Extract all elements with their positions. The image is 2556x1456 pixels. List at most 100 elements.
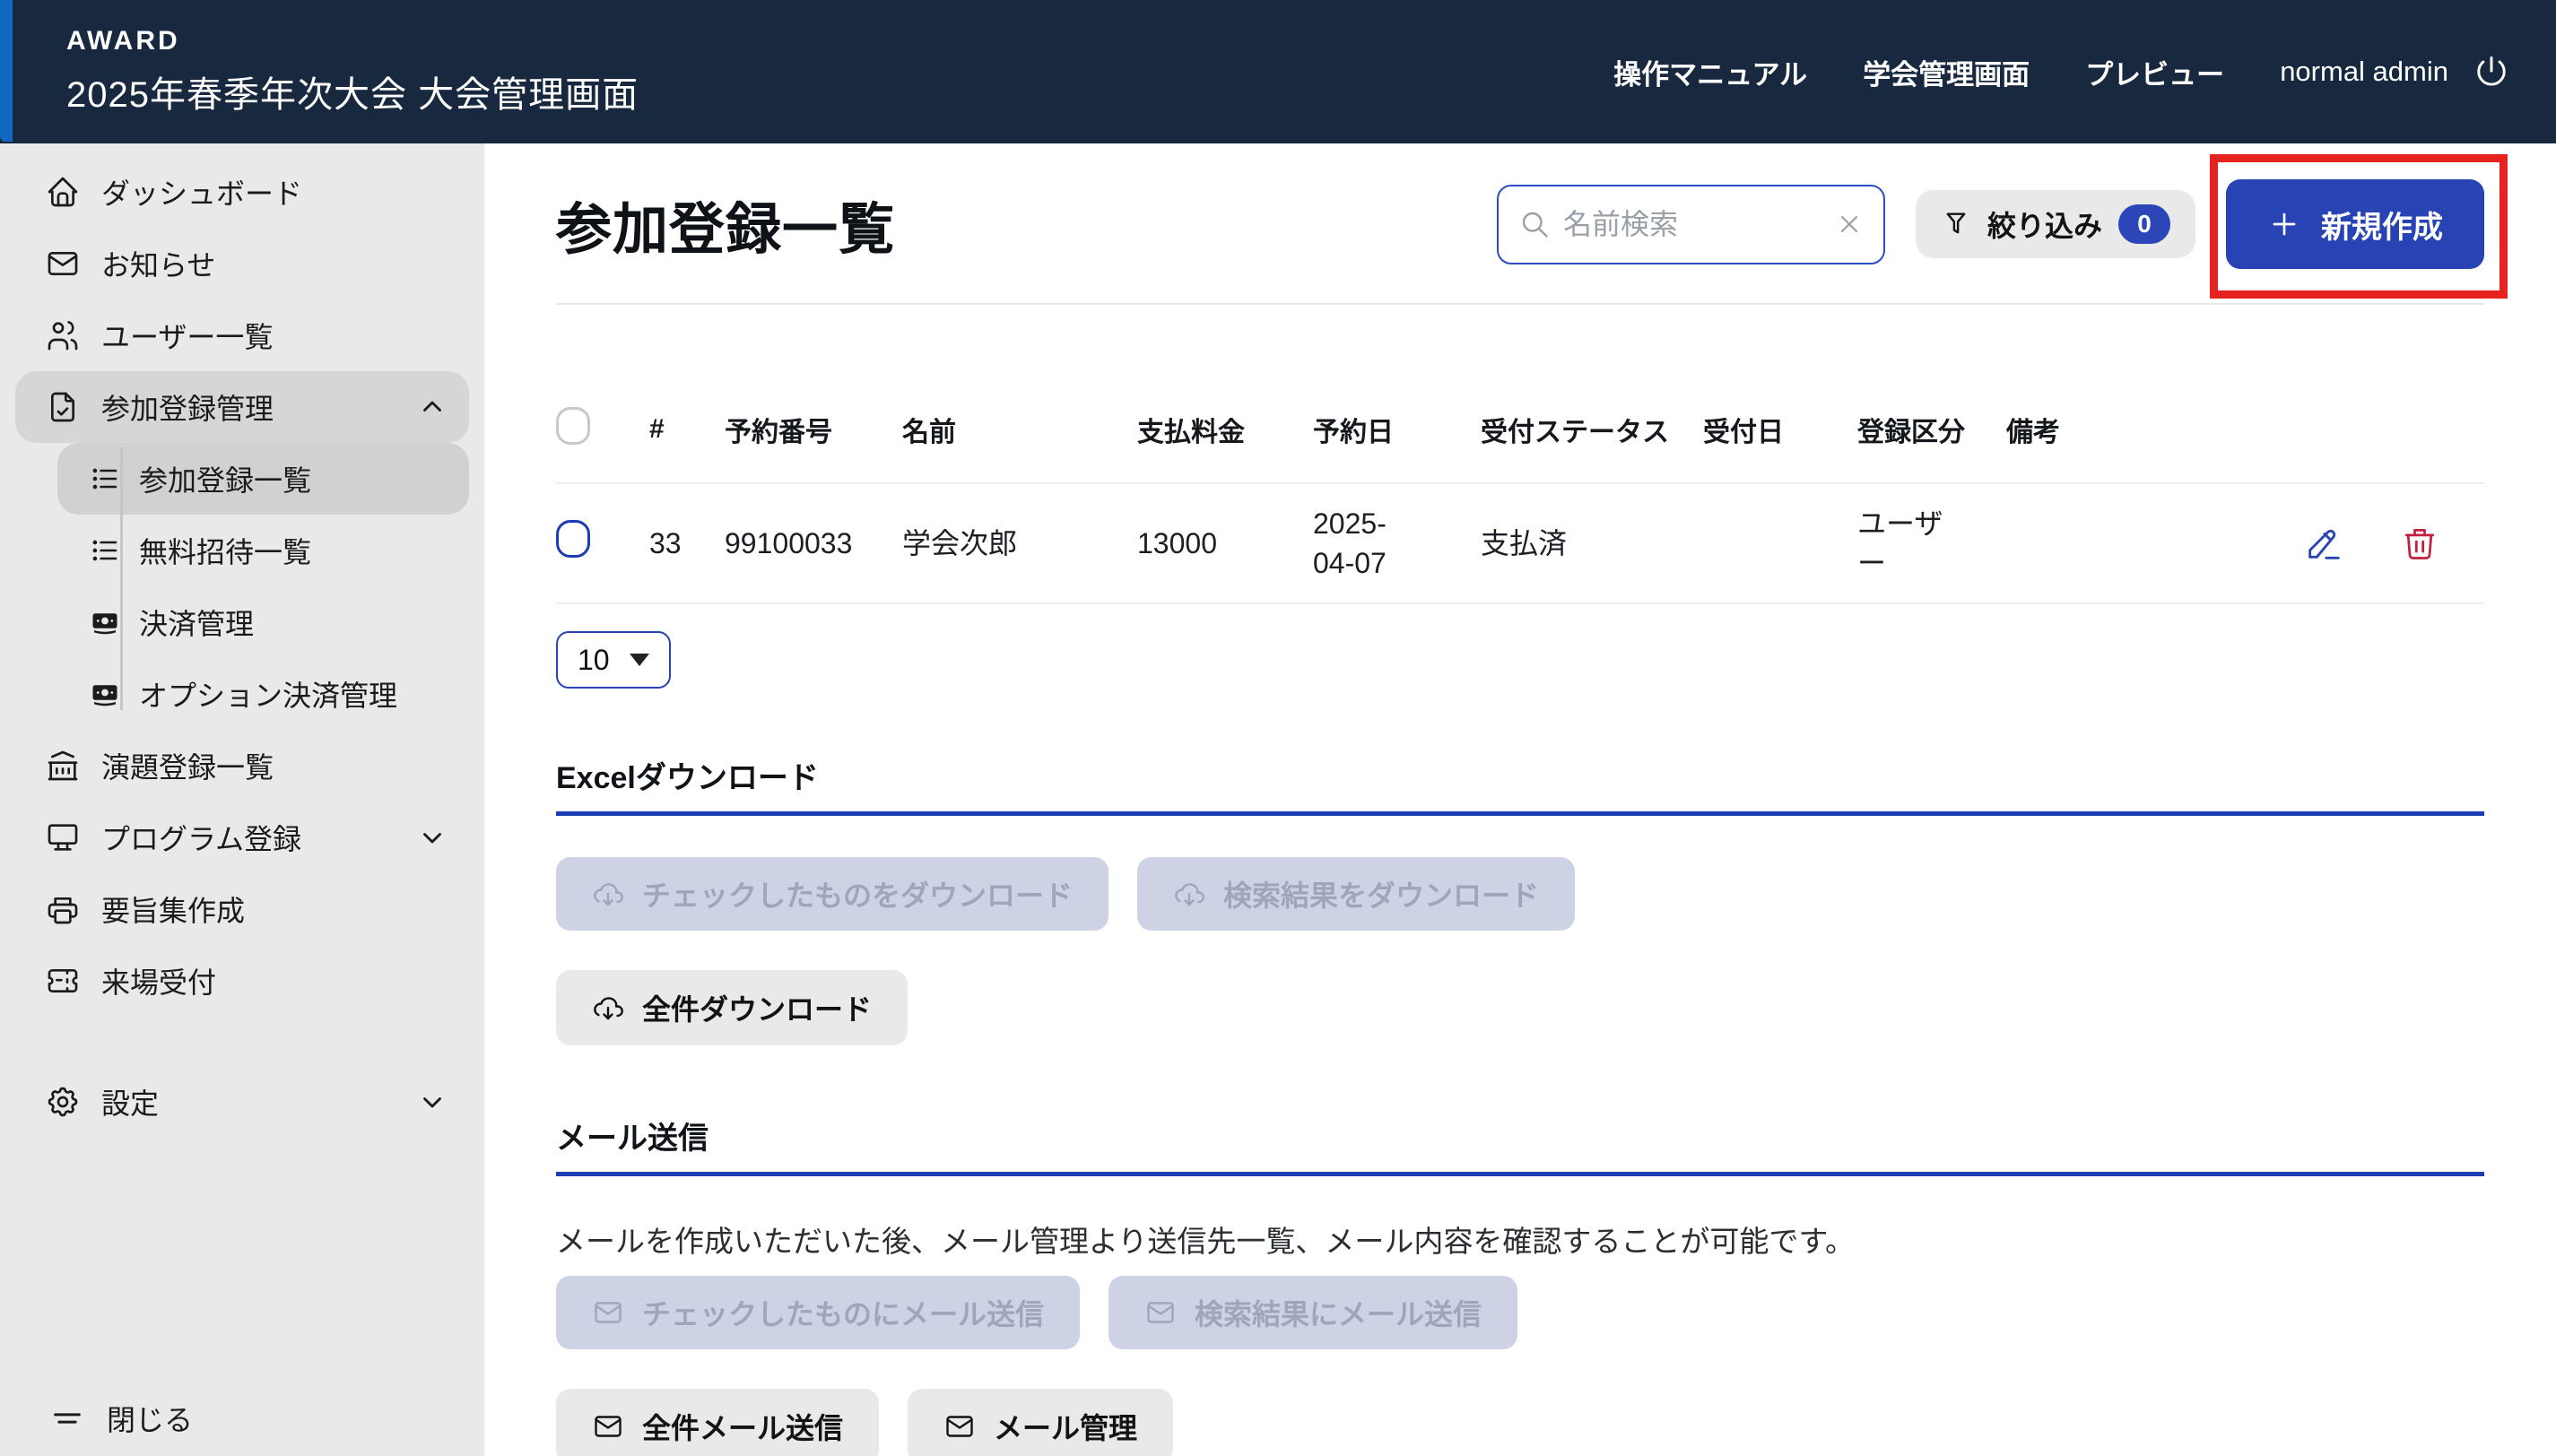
row-checkbox[interactable]: [556, 519, 590, 558]
bank-icon: [45, 748, 81, 784]
title-divider: [556, 303, 2484, 305]
cloud-download-icon: [592, 992, 624, 1024]
mail-search-label: 検索結果にメール送信: [1195, 1298, 1482, 1330]
cell-status: 支払済: [1481, 483, 1703, 604]
nav-society-admin[interactable]: 学会管理画面: [1863, 52, 2030, 92]
download-search-button: 検索結果をダウンロード: [1137, 857, 1576, 931]
sidebar-item-notices[interactable]: お知らせ: [15, 228, 469, 299]
caret-down-icon: [629, 654, 649, 666]
mail-manage-button[interactable]: メール管理: [908, 1389, 1174, 1456]
sidebar-item-abstract-book[interactable]: 要旨集作成: [15, 873, 469, 945]
col-name: 名前: [902, 368, 1137, 484]
mail-actions-row: 全件メール送信 メール管理: [556, 1389, 2484, 1456]
controls: 絞り込み 0 新規作成: [1496, 154, 2508, 299]
excel-buttons-row: チェックしたものをダウンロード 検索結果をダウンロード: [556, 857, 2484, 931]
sidebar-item-registration-mgmt[interactable]: 参加登録管理: [15, 371, 469, 443]
app-header: AWARD 2025年春季年次大会 大会管理画面 操作マニュアル 学会管理画面 …: [0, 0, 2556, 143]
sidebar-subitem-label: 決済管理: [139, 608, 255, 640]
sidebar-item-label: 演題登録一覧: [101, 751, 274, 784]
page-size-select[interactable]: 10: [556, 631, 671, 689]
search-input[interactable]: [1562, 207, 1822, 241]
search-icon: [1518, 208, 1551, 240]
filter-button[interactable]: 絞り込み 0: [1915, 190, 2195, 258]
create-wrap: 新規作成: [2210, 154, 2508, 299]
sidebar-item-dashboard[interactable]: ダッシュボード: [15, 156, 469, 228]
cell-payment: 13000: [1137, 483, 1313, 604]
cash-icon: [89, 606, 121, 638]
filter-label: 絞り込み: [1987, 210, 2102, 242]
col-note: 備考: [2006, 368, 2123, 484]
power-icon[interactable]: [2472, 52, 2511, 91]
mail-checked-button: チェックしたものにメール送信: [556, 1276, 1081, 1349]
mail-icon: [943, 1410, 976, 1443]
app-title: 2025年春季年次大会 大会管理画面: [66, 75, 639, 115]
sidebar-item-label: ダッシュボード: [101, 178, 303, 210]
header-nav: 操作マニュアル 学会管理画面 プレビュー normal admin: [1613, 52, 2511, 92]
monitor-icon: [45, 819, 81, 855]
sidebar-item-label: ユーザー一覧: [101, 321, 274, 353]
sidebar-item-program-registration[interactable]: プログラム登録: [15, 802, 469, 873]
row-actions: [2123, 523, 2484, 564]
edit-icon[interactable]: [2303, 523, 2344, 564]
mail-all-button[interactable]: 全件メール送信: [556, 1389, 880, 1456]
title-row: 参加登録一覧 絞り込み 0: [556, 154, 2508, 299]
cell-note: [2006, 483, 2123, 604]
download-checked-button: チェックしたものをダウンロード: [556, 857, 1109, 931]
col-actions: [2123, 368, 2484, 484]
sidebar-item-presentation-list[interactable]: 演題登録一覧: [15, 730, 469, 802]
users-icon: [45, 317, 81, 353]
table-row: 33 99100033 学会次郎 13000 2025-04-07 支払済 ユー…: [556, 483, 2484, 604]
brand-logo: AWARD: [66, 26, 180, 56]
mail-buttons-row: チェックしたものにメール送信 検索結果にメール送信: [556, 1276, 2484, 1349]
home-icon: [45, 174, 81, 210]
mail-icon: [592, 1296, 624, 1329]
mail-icon: [45, 246, 81, 282]
sidebar-subitem-label: 無料招待一覧: [139, 536, 312, 568]
col-reservation-no: 予約番号: [725, 368, 902, 484]
mail-all-label: 全件メール送信: [642, 1412, 844, 1444]
col-status: 受付ステータス: [1481, 368, 1703, 484]
list-icon: [89, 534, 121, 567]
sidebar-item-settings[interactable]: 設定: [15, 1066, 469, 1138]
download-all-label: 全件ダウンロード: [642, 993, 873, 1026]
cloud-download-icon: [1173, 878, 1205, 910]
excel-section-title: Excelダウンロード: [556, 753, 2484, 816]
delete-icon[interactable]: [2400, 524, 2439, 563]
mail-icon: [592, 1410, 624, 1443]
plus-icon: [2267, 207, 2301, 241]
nav-preview[interactable]: プレビュー: [2085, 52, 2224, 92]
download-search-label: 検索結果をダウンロード: [1223, 880, 1540, 912]
excel-all-row: 全件ダウンロード: [556, 970, 2484, 1045]
download-all-button[interactable]: 全件ダウンロード: [556, 970, 909, 1045]
sidebar: ダッシュボード お知らせ ユーザー一覧 参加登録管理 参加登録一覧 無料招待一覧…: [0, 143, 484, 1456]
sidebar-subitem-free-invite-list[interactable]: 無料招待一覧: [57, 515, 469, 586]
mail-section-description: メールを作成いただいた後、メール管理より送信先一覧、メール内容を確認することが可…: [556, 1225, 1856, 1258]
sidebar-item-label: 参加登録管理: [101, 393, 274, 425]
brand: AWARD 2025年春季年次大会 大会管理画面: [66, 26, 639, 117]
search-box: [1496, 184, 1885, 264]
sidebar-item-label: お知らせ: [101, 249, 216, 282]
sidebar-collapse-button[interactable]: 閉じる: [0, 1382, 484, 1454]
create-button[interactable]: 新規作成: [2226, 179, 2484, 269]
sidebar-subitem-registration-list[interactable]: 参加登録一覧: [57, 443, 469, 515]
nav-operation-manual[interactable]: 操作マニュアル: [1613, 52, 1807, 92]
sidebar-item-users[interactable]: ユーザー一覧: [15, 299, 469, 371]
mail-icon: [1144, 1296, 1177, 1329]
sidebar-subitem-payment-mgmt[interactable]: 決済管理: [57, 586, 469, 658]
clear-search-icon[interactable]: [1835, 210, 1864, 238]
chevron-down-icon: [417, 822, 448, 853]
cell-category: ユーザー: [1857, 483, 2006, 604]
sidebar-item-onsite-reception[interactable]: 来場受付: [15, 945, 469, 1017]
sidebar-collapse-label: 閉じる: [107, 1404, 194, 1436]
col-reserved-date: 予約日: [1313, 368, 1481, 484]
select-all-checkbox[interactable]: [556, 407, 590, 445]
sidebar-subitem-option-payment-mgmt[interactable]: オプション決済管理: [57, 658, 469, 730]
cloud-download-icon: [592, 878, 624, 910]
list-icon: [89, 463, 121, 495]
registration-table: # 予約番号 名前 支払料金 予約日 受付ステータス 受付日 登録区分 備考 3…: [556, 368, 2484, 604]
mail-manage-label: メール管理: [994, 1412, 1138, 1444]
gear-icon: [45, 1084, 81, 1120]
create-label: 新規作成: [2321, 210, 2443, 245]
user-area: normal admin: [2280, 52, 2511, 91]
cash-icon: [89, 678, 121, 710]
